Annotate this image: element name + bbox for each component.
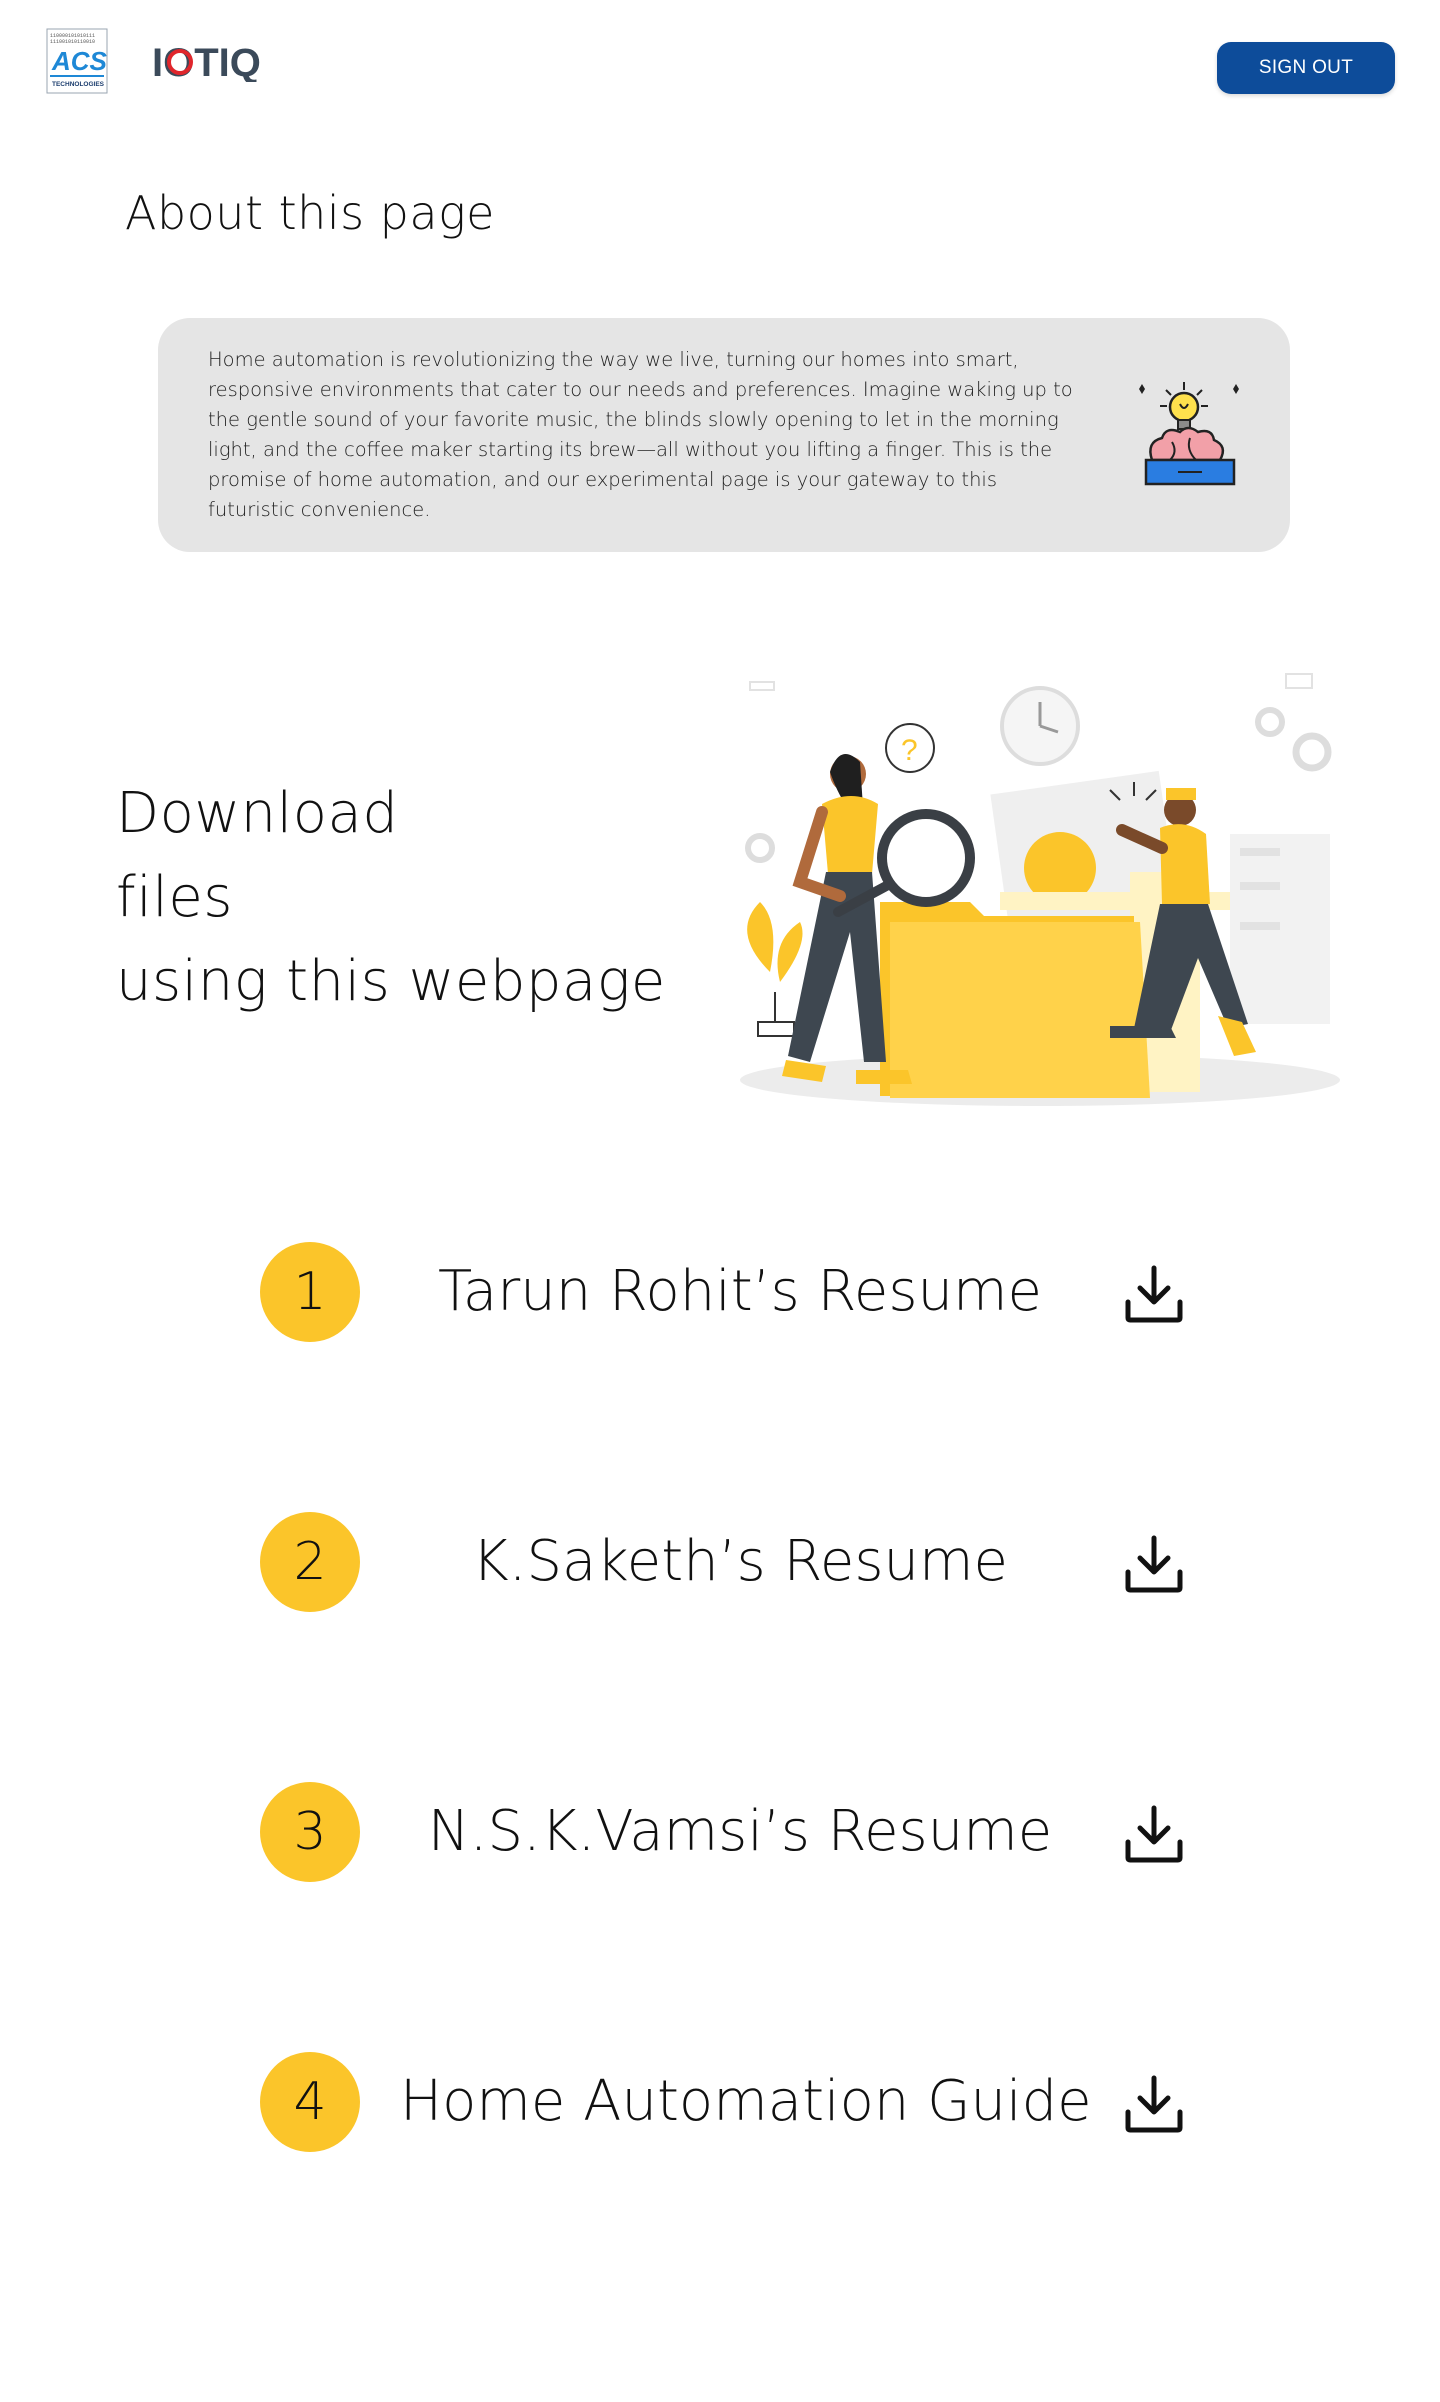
lightbulb-brain-icon [1139,382,1239,486]
file-label: K.Saketh’s Resume [471,1529,1009,1594]
file-number-badge: 2 [260,1512,360,1612]
file-row-2: 2 K.Saketh’s Resume [260,1512,1200,1612]
file-row-3: 3 N.S.K.Vamsi’s Resume [260,1782,1200,1882]
svg-text:?: ? [901,734,918,767]
svg-text:111001010110010: 111001010110010 [50,39,95,45]
file-number-badge: 4 [260,2052,360,2152]
file-row-4: 4 Home Automation Guide [260,2052,1200,2152]
acs-logo-text: ACS [51,46,108,76]
download-icon[interactable] [1122,2072,1186,2136]
download-icon[interactable] [1122,1262,1186,1326]
sign-out-button[interactable]: SIGN OUT [1217,42,1395,94]
download-headline-line-2: files [116,865,233,930]
about-card: Home automation is revolutionizing the w… [158,318,1290,552]
download-headline-line-3: using this webpage [116,949,666,1014]
download-icon[interactable] [1122,1802,1186,1866]
file-number-badge: 1 [260,1242,360,1342]
iotiq-logo-mark: IOTIQ [152,41,261,82]
about-body: Home automation is revolutionizing the w… [208,348,1073,521]
download-icon[interactable] [1122,1532,1186,1596]
acs-tagline: TECHNOLOGIES [52,81,105,88]
download-headline: Download files using this webpage [116,772,666,1024]
file-number-badge: 3 [260,1782,360,1882]
file-label: Home Automation Guide [400,2069,1092,2134]
iotiq-logo: IOTIQ [152,38,282,82]
file-label: N.S.K.Vamsi’s Resume [427,1799,1053,1864]
about-title: About this page [125,186,495,240]
file-label: Tarun Rohit’s Resume [437,1259,1043,1324]
file-row-1: 1 Tarun Rohit’s Resume [260,1242,1200,1342]
acs-logo: 110000101010111 111001010110010 ACS TECH… [46,28,108,94]
download-headline-line-1: Download [116,781,399,846]
people-searching-folder-illustration: ? [740,673,1340,1106]
